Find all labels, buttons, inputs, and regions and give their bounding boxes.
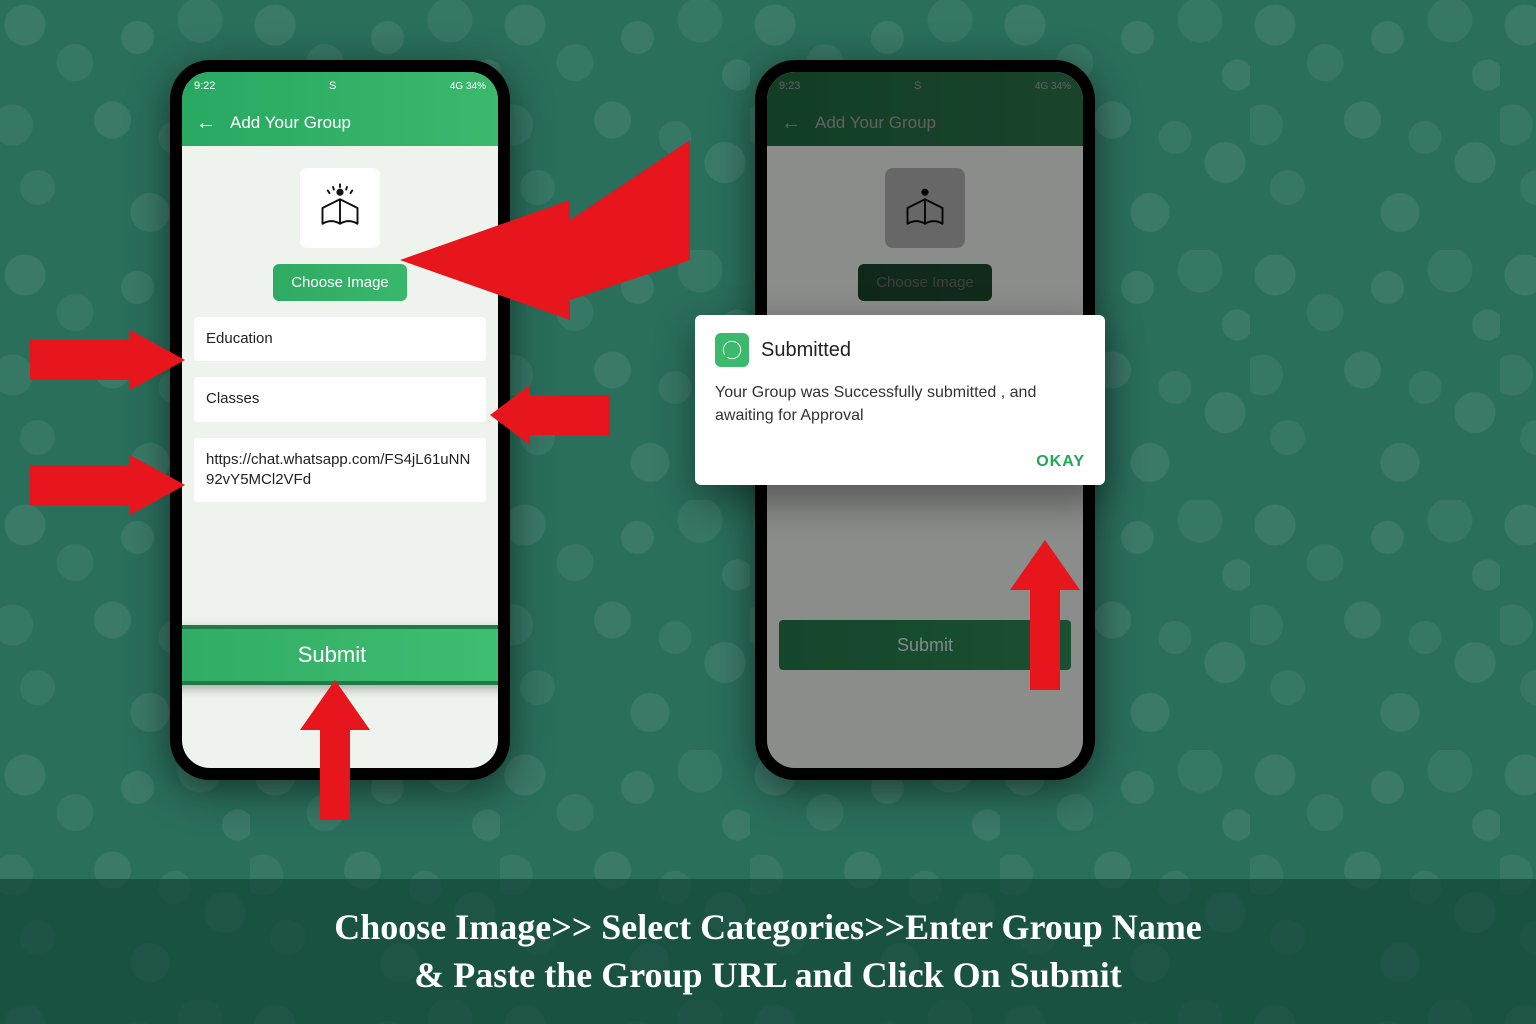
dialog-body: Your Group was Successfully submitted , … bbox=[715, 381, 1085, 427]
instruction-caption: Choose Image>> Select Categories>>Enter … bbox=[0, 879, 1536, 1024]
status-bar: 9:22 S 4G 34% bbox=[182, 72, 498, 100]
status-time: 9:22 bbox=[194, 80, 215, 92]
choose-image-button[interactable]: Choose Image bbox=[273, 264, 407, 301]
arrow-url bbox=[30, 455, 185, 515]
dialog-title: Submitted bbox=[761, 339, 851, 362]
submit-label: Submit bbox=[298, 642, 366, 668]
back-icon[interactable]: ← bbox=[196, 112, 216, 135]
submit-button[interactable]: Submit bbox=[182, 625, 498, 685]
arrow-submit bbox=[300, 680, 370, 820]
group-name-field[interactable]: Classes bbox=[194, 377, 486, 421]
book-icon bbox=[312, 180, 368, 236]
arrow-group-name bbox=[490, 385, 610, 445]
app-bar-title: Add Your Group bbox=[230, 113, 351, 133]
category-field[interactable]: Education bbox=[194, 317, 486, 361]
status-carrier: S bbox=[329, 80, 336, 92]
status-right: 4G 34% bbox=[450, 81, 486, 92]
caption-line-1: Choose Image>> Select Categories>>Enter … bbox=[30, 903, 1506, 952]
arrow-category bbox=[30, 330, 185, 390]
caption-line-2: & Paste the Group URL and Click On Submi… bbox=[30, 951, 1506, 1000]
arrow-choose-image bbox=[400, 140, 690, 320]
arrow-okay bbox=[1010, 540, 1080, 690]
group-url-field[interactable]: https://chat.whatsapp.com/FS4jL61uNN92vY… bbox=[194, 438, 486, 503]
whatsapp-app-icon bbox=[715, 333, 749, 367]
okay-button[interactable]: OKAY bbox=[1036, 453, 1085, 471]
submitted-dialog: Submitted Your Group was Successfully su… bbox=[695, 315, 1105, 485]
group-image-preview[interactable] bbox=[300, 168, 380, 248]
